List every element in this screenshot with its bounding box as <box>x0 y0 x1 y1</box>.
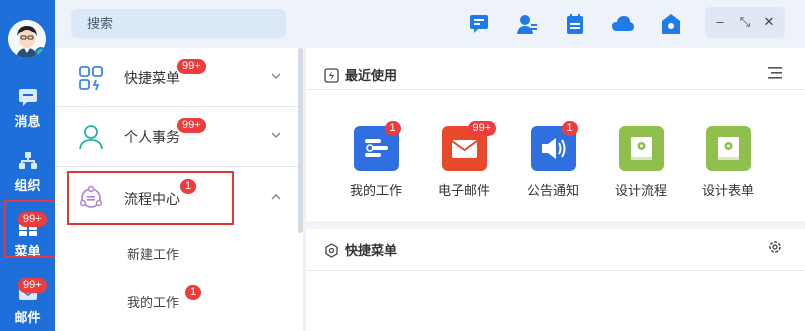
sub-item-my-work[interactable]: 我的工作 <box>127 292 179 311</box>
rail-item-label: 消息 <box>14 114 41 129</box>
recent-section-header: 最近使用 <box>324 65 397 84</box>
hexagon-icon <box>325 243 338 258</box>
calendar-icon[interactable] <box>563 12 587 36</box>
home-icon[interactable] <box>659 12 683 36</box>
menu-scrollbar[interactable] <box>298 48 303 233</box>
avatar[interactable] <box>8 20 46 58</box>
menu-item-label: 个人事务 <box>124 129 180 145</box>
app-label: 设计流程 <box>614 183 667 198</box>
mail-count-badge: 99+ <box>18 278 47 293</box>
shortcuts-title: 快捷菜单 <box>345 243 398 258</box>
chat-icon[interactable] <box>467 12 491 36</box>
app-label: 我的工作 <box>349 183 402 198</box>
minimize-button[interactable]: – <box>711 13 729 31</box>
list-menu-icon[interactable] <box>767 66 783 80</box>
app-tile: 1 <box>530 121 578 171</box>
app-badge: 1 <box>561 121 578 136</box>
app-email[interactable]: 99+ 电子邮件 <box>429 121 499 199</box>
rail-item-mail[interactable]: 邮件 99+ <box>0 278 55 326</box>
app-tile: 1 <box>353 121 401 171</box>
app-design-workflow[interactable]: 设计流程 <box>606 126 676 199</box>
top-bar: – ⤡ ✕ <box>55 0 805 48</box>
menu-item-badge: 99+ <box>177 118 206 133</box>
section-gap <box>306 221 805 229</box>
lightning-icon <box>324 68 339 83</box>
user-icon <box>79 125 103 150</box>
shortcuts-section-header: 快捷菜单 <box>324 240 397 259</box>
chevron-up-icon[interactable] <box>270 191 282 203</box>
menu-item-quick-menu[interactable]: 快捷菜单 99+ <box>55 48 300 107</box>
section-divider <box>306 89 805 90</box>
cloud-icon[interactable] <box>611 12 635 36</box>
rail-item-organization[interactable]: 组织 <box>0 150 55 194</box>
app-tile: 99+ <box>441 121 497 171</box>
sub-item-badge: 1 <box>185 285 202 300</box>
rail-item-label: 邮件 <box>14 310 41 325</box>
search-box <box>71 9 286 38</box>
menu-item-label: 快捷菜单 <box>124 70 180 86</box>
maximize-button[interactable]: ⤡ <box>736 13 754 31</box>
app-tile <box>618 126 664 171</box>
close-button[interactable]: ✕ <box>760 13 778 31</box>
app-badge: 99+ <box>467 121 497 136</box>
app-design-form[interactable]: 设计表单 <box>693 126 763 199</box>
settings-gear-icon[interactable] <box>767 239 783 255</box>
menu-item-badge: 99+ <box>177 59 206 74</box>
chevron-down-icon[interactable] <box>270 129 282 141</box>
app-label: 公告通知 <box>526 183 579 198</box>
chevron-down-icon[interactable] <box>270 70 282 82</box>
active-menu-highlight <box>67 171 234 225</box>
org-icon <box>18 152 37 169</box>
main-content: 最近使用 1 我的工作 99+ 电子邮件 1 公告通知 设计流程 设计表单 快捷… <box>306 48 805 331</box>
app-label: 电子邮件 <box>437 183 490 198</box>
window-controls: – ⤡ ✕ <box>705 7 785 38</box>
design-gear-icon <box>630 137 652 160</box>
sub-item-new-work[interactable]: 新建工作 <box>127 244 179 263</box>
active-rail-highlight <box>4 200 60 258</box>
recent-title: 最近使用 <box>345 68 398 83</box>
left-rail: 消息 组织 菜单 99+ 邮件 99+ <box>0 0 60 331</box>
app-tile <box>705 126 751 171</box>
apps-icon <box>79 66 103 91</box>
design-gear-icon <box>717 137 739 160</box>
message-icon <box>18 89 37 106</box>
menu-item-personal-affairs[interactable]: 个人事务 99+ <box>55 107 300 167</box>
rail-item-label: 组织 <box>14 178 41 193</box>
app-my-work[interactable]: 1 我的工作 <box>341 121 411 199</box>
contacts-icon[interactable] <box>515 12 539 36</box>
app-label: 设计表单 <box>701 183 754 198</box>
search-input[interactable] <box>71 9 286 38</box>
app-announcements[interactable]: 1 公告通知 <box>518 121 588 199</box>
online-status-dot <box>35 47 46 58</box>
section-divider <box>306 270 805 271</box>
app-badge: 1 <box>384 121 401 136</box>
rail-item-messages[interactable]: 消息 <box>0 86 55 130</box>
